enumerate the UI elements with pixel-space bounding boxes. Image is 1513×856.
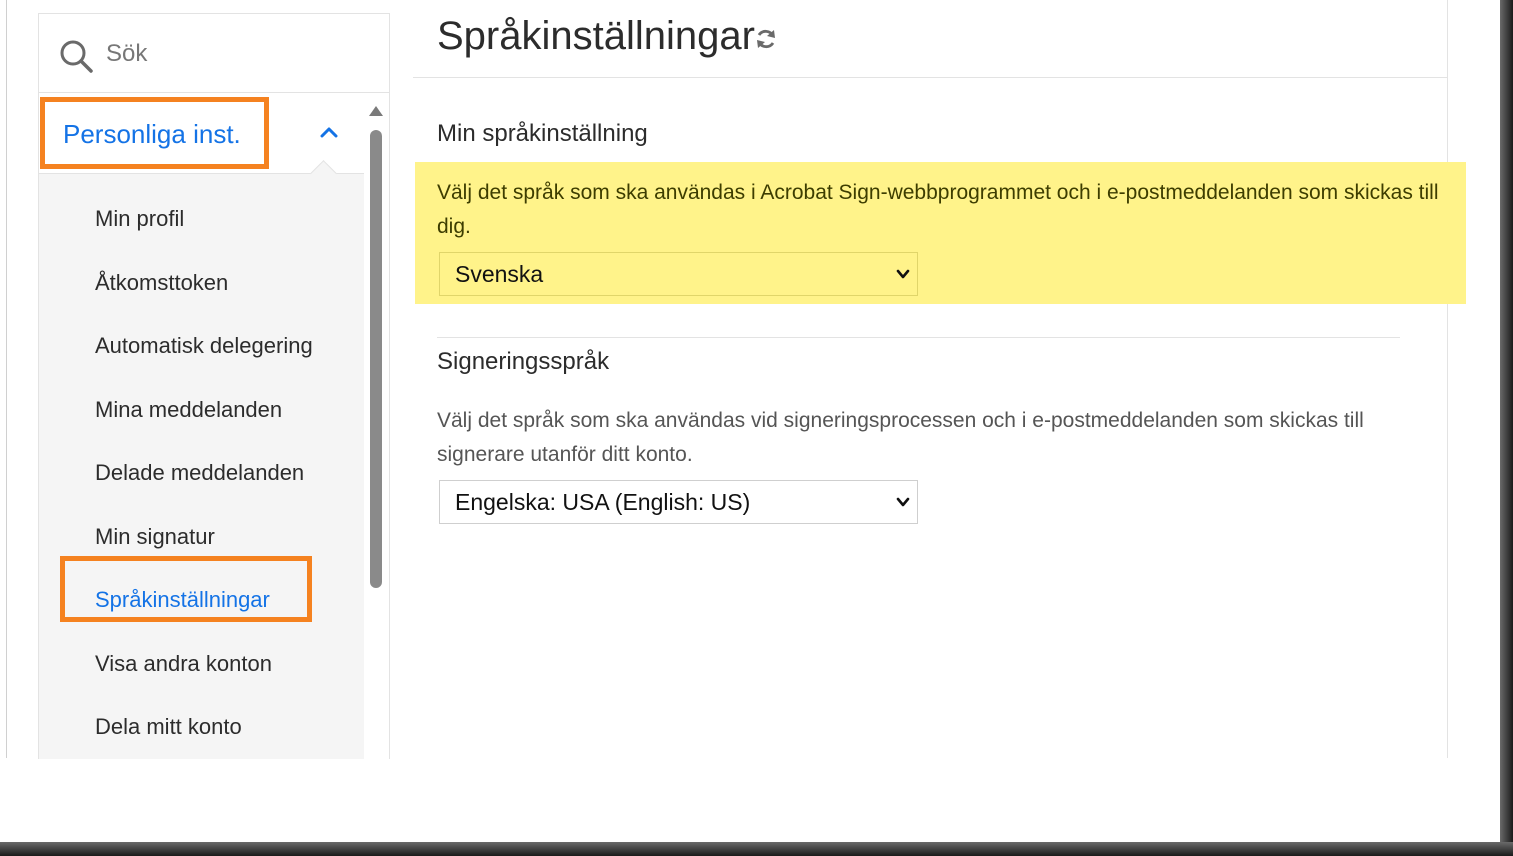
search-icon — [60, 40, 93, 73]
signing-language-selected-value: Engelska: USA (English: US) — [455, 489, 751, 515]
my-language-select[interactable]: Svenska — [439, 252, 918, 296]
sidebar-item-visa-andra-konton[interactable]: Visa andra konton — [95, 651, 272, 677]
sidebar-item-dela-mitt-konto[interactable]: Dela mitt konto — [95, 714, 242, 740]
sidebar-item-atkomsttoken[interactable]: Åtkomsttoken — [95, 270, 228, 296]
nav-section-header[interactable]: Personliga inst. — [39, 93, 364, 187]
screenshot-frame-edge — [6, 0, 7, 758]
scroll-thumb[interactable] — [370, 130, 382, 588]
sidebar-item-delade-meddelanden[interactable]: Delade meddelanden — [95, 460, 304, 486]
my-language-description: Välj det språk som ska användas i Acroba… — [437, 181, 1439, 238]
nav-panel: Personliga inst. Min profil Åtkomsttoken… — [39, 93, 364, 759]
sidebar-item-automatisk-delegering[interactable]: Automatisk delegering — [95, 333, 313, 359]
search-box[interactable]: Sök — [39, 14, 389, 93]
sidebar-item-min-profil[interactable]: Min profil — [95, 206, 184, 232]
nav-header-notch — [310, 160, 337, 187]
chevron-down-icon — [896, 269, 910, 279]
sidebar-item-sprakinstallningar[interactable]: Språkinställningar — [95, 587, 270, 613]
signing-language-select[interactable]: Engelska: USA (English: US) — [439, 480, 918, 524]
sidebar-item-min-signatur[interactable]: Min signatur — [95, 524, 215, 550]
chevron-up-icon[interactable] — [319, 125, 339, 139]
frame-shadow-bottom — [0, 842, 1513, 856]
settings-sidebar: Sök Personliga inst. Min profil Åtkomstt… — [38, 13, 390, 759]
search-placeholder: Sök — [106, 40, 148, 67]
nav-section-title: Personliga inst. — [63, 119, 241, 149]
content-border — [1447, 0, 1448, 758]
my-language-selected-value: Svenska — [455, 261, 544, 287]
my-language-heading: Min språkinställning — [437, 120, 648, 147]
section-divider — [437, 337, 1400, 338]
sidebar-item-mina-meddelanden[interactable]: Mina meddelanden — [95, 397, 282, 423]
title-divider — [413, 77, 1448, 78]
page-title: Språkinställningar — [437, 14, 755, 58]
chevron-down-icon — [896, 497, 910, 507]
sidebar-scrollbar[interactable] — [368, 106, 384, 606]
scroll-up-arrow-icon[interactable] — [369, 106, 383, 116]
frame-shadow-right — [1500, 0, 1513, 856]
signing-language-description: Välj det språk som ska användas vid sign… — [437, 409, 1364, 466]
signing-language-heading: Signeringsspråk — [437, 348, 610, 375]
refresh-icon[interactable] — [754, 27, 778, 51]
